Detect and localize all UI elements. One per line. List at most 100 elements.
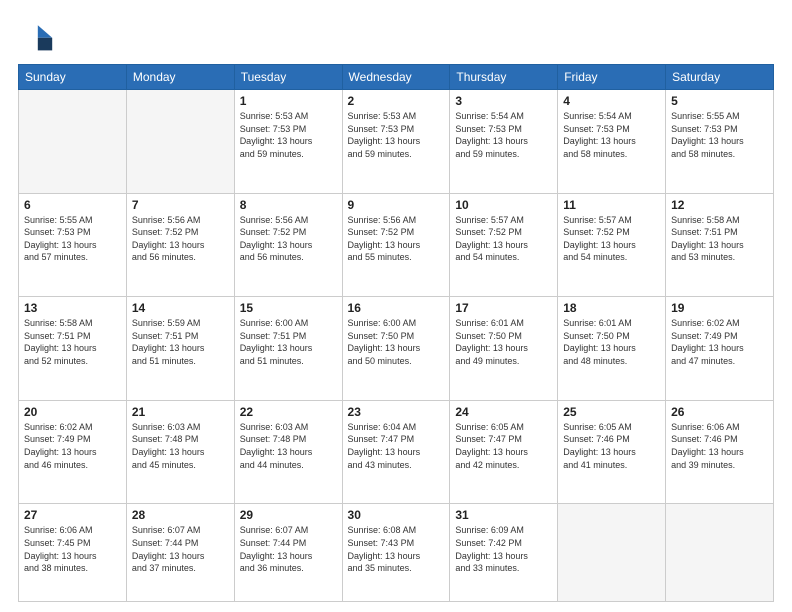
calendar-cell: 19 Sunrise: 6:02 AM Sunset: 7:49 PM Dayli… [666,297,774,401]
day-number: 8 [240,198,337,212]
day-info: Sunrise: 5:59 AM Sunset: 7:51 PM Dayligh… [132,317,229,367]
day-number: 5 [671,94,768,108]
day-info: Sunrise: 5:54 AM Sunset: 7:53 PM Dayligh… [563,110,660,160]
day-number: 1 [240,94,337,108]
day-info: Sunrise: 6:04 AM Sunset: 7:47 PM Dayligh… [348,421,445,471]
week-row-5: 27 Sunrise: 6:06 AM Sunset: 7:45 PM Dayli… [19,504,774,602]
day-info: Sunrise: 6:03 AM Sunset: 7:48 PM Dayligh… [240,421,337,471]
day-number: 9 [348,198,445,212]
calendar-cell: 31 Sunrise: 6:09 AM Sunset: 7:42 PM Dayli… [450,504,558,602]
day-info: Sunrise: 6:07 AM Sunset: 7:44 PM Dayligh… [240,524,337,574]
day-number: 4 [563,94,660,108]
day-number: 23 [348,405,445,419]
day-info: Sunrise: 5:58 AM Sunset: 7:51 PM Dayligh… [671,214,768,264]
day-number: 28 [132,508,229,522]
day-number: 14 [132,301,229,315]
day-info: Sunrise: 5:57 AM Sunset: 7:52 PM Dayligh… [563,214,660,264]
day-info: Sunrise: 5:56 AM Sunset: 7:52 PM Dayligh… [348,214,445,264]
day-number: 15 [240,301,337,315]
calendar-cell: 4 Sunrise: 5:54 AM Sunset: 7:53 PM Daylig… [558,90,666,194]
calendar-cell: 22Sunrise: 6:03 AM Sunset: 7:48 PM Dayli… [234,400,342,504]
week-row-3: 13Sunrise: 5:58 AM Sunset: 7:51 PM Dayli… [19,297,774,401]
week-row-2: 6 Sunrise: 5:55 AM Sunset: 7:53 PM Daylig… [19,193,774,297]
day-info: Sunrise: 5:54 AM Sunset: 7:53 PM Dayligh… [455,110,552,160]
calendar-header-wednesday: Wednesday [342,65,450,90]
day-number: 27 [24,508,121,522]
day-number: 30 [348,508,445,522]
calendar-cell: 24Sunrise: 6:05 AM Sunset: 7:47 PM Dayli… [450,400,558,504]
calendar-cell: 5Sunrise: 5:55 AM Sunset: 7:53 PM Daylig… [666,90,774,194]
calendar-header-saturday: Saturday [666,65,774,90]
logo [18,18,58,54]
day-number: 18 [563,301,660,315]
calendar-cell: 13Sunrise: 5:58 AM Sunset: 7:51 PM Dayli… [19,297,127,401]
calendar-cell: 6 Sunrise: 5:55 AM Sunset: 7:53 PM Daylig… [19,193,127,297]
day-info: Sunrise: 6:02 AM Sunset: 7:49 PM Dayligh… [24,421,121,471]
calendar-cell: 26 Sunrise: 6:06 AM Sunset: 7:46 PM Dayli… [666,400,774,504]
calendar-cell [666,504,774,602]
calendar-header-thursday: Thursday [450,65,558,90]
calendar-table: SundayMondayTuesdayWednesdayThursdayFrid… [18,64,774,602]
day-number: 31 [455,508,552,522]
day-info: Sunrise: 6:06 AM Sunset: 7:46 PM Dayligh… [671,421,768,471]
calendar-cell: 3 Sunrise: 5:54 AM Sunset: 7:53 PM Daylig… [450,90,558,194]
calendar-cell: 27 Sunrise: 6:06 AM Sunset: 7:45 PM Dayli… [19,504,127,602]
week-row-4: 20 Sunrise: 6:02 AM Sunset: 7:49 PM Dayli… [19,400,774,504]
calendar-cell: 2 Sunrise: 5:53 AM Sunset: 7:53 PM Daylig… [342,90,450,194]
calendar-cell: 16 Sunrise: 6:00 AM Sunset: 7:50 PM Dayli… [342,297,450,401]
day-number: 17 [455,301,552,315]
day-number: 11 [563,198,660,212]
calendar-cell: 29Sunrise: 6:07 AM Sunset: 7:44 PM Dayli… [234,504,342,602]
day-number: 7 [132,198,229,212]
day-info: Sunrise: 5:57 AM Sunset: 7:52 PM Dayligh… [455,214,552,264]
day-number: 24 [455,405,552,419]
day-info: Sunrise: 6:00 AM Sunset: 7:51 PM Dayligh… [240,317,337,367]
day-number: 21 [132,405,229,419]
page: SundayMondayTuesdayWednesdayThursdayFrid… [0,0,792,612]
calendar-header-monday: Monday [126,65,234,90]
day-info: Sunrise: 6:09 AM Sunset: 7:42 PM Dayligh… [455,524,552,574]
calendar-cell: 11 Sunrise: 5:57 AM Sunset: 7:52 PM Dayli… [558,193,666,297]
calendar-cell: 1 Sunrise: 5:53 AM Sunset: 7:53 PM Daylig… [234,90,342,194]
logo-icon [18,18,54,54]
week-row-1: 1 Sunrise: 5:53 AM Sunset: 7:53 PM Daylig… [19,90,774,194]
calendar-cell: 9 Sunrise: 5:56 AM Sunset: 7:52 PM Daylig… [342,193,450,297]
day-number: 19 [671,301,768,315]
day-info: Sunrise: 6:05 AM Sunset: 7:46 PM Dayligh… [563,421,660,471]
calendar-cell: 17 Sunrise: 6:01 AM Sunset: 7:50 PM Dayli… [450,297,558,401]
calendar-cell: 14 Sunrise: 5:59 AM Sunset: 7:51 PM Dayli… [126,297,234,401]
day-number: 10 [455,198,552,212]
calendar-cell: 15 Sunrise: 6:00 AM Sunset: 7:51 PM Dayli… [234,297,342,401]
day-number: 3 [455,94,552,108]
calendar-cell: 28 Sunrise: 6:07 AM Sunset: 7:44 PM Dayli… [126,504,234,602]
calendar-cell [19,90,127,194]
day-number: 13 [24,301,121,315]
calendar-cell: 25 Sunrise: 6:05 AM Sunset: 7:46 PM Dayli… [558,400,666,504]
calendar-cell: 23 Sunrise: 6:04 AM Sunset: 7:47 PM Dayli… [342,400,450,504]
day-info: Sunrise: 6:08 AM Sunset: 7:43 PM Dayligh… [348,524,445,574]
day-info: Sunrise: 5:53 AM Sunset: 7:53 PM Dayligh… [240,110,337,160]
day-info: Sunrise: 5:56 AM Sunset: 7:52 PM Dayligh… [240,214,337,264]
day-number: 2 [348,94,445,108]
day-info: Sunrise: 6:07 AM Sunset: 7:44 PM Dayligh… [132,524,229,574]
day-number: 6 [24,198,121,212]
day-info: Sunrise: 6:00 AM Sunset: 7:50 PM Dayligh… [348,317,445,367]
day-number: 20 [24,405,121,419]
calendar-cell: 12Sunrise: 5:58 AM Sunset: 7:51 PM Dayli… [666,193,774,297]
day-info: Sunrise: 5:56 AM Sunset: 7:52 PM Dayligh… [132,214,229,264]
day-info: Sunrise: 5:55 AM Sunset: 7:53 PM Dayligh… [24,214,121,264]
day-number: 25 [563,405,660,419]
calendar-cell [558,504,666,602]
day-info: Sunrise: 6:03 AM Sunset: 7:48 PM Dayligh… [132,421,229,471]
day-info: Sunrise: 6:01 AM Sunset: 7:50 PM Dayligh… [563,317,660,367]
calendar-cell: 21 Sunrise: 6:03 AM Sunset: 7:48 PM Dayli… [126,400,234,504]
day-info: Sunrise: 5:53 AM Sunset: 7:53 PM Dayligh… [348,110,445,160]
day-info: Sunrise: 6:02 AM Sunset: 7:49 PM Dayligh… [671,317,768,367]
day-number: 16 [348,301,445,315]
day-number: 26 [671,405,768,419]
day-info: Sunrise: 6:01 AM Sunset: 7:50 PM Dayligh… [455,317,552,367]
calendar-cell: 7 Sunrise: 5:56 AM Sunset: 7:52 PM Daylig… [126,193,234,297]
calendar-header-sunday: Sunday [19,65,127,90]
calendar-cell: 8 Sunrise: 5:56 AM Sunset: 7:52 PM Daylig… [234,193,342,297]
day-info: Sunrise: 6:06 AM Sunset: 7:45 PM Dayligh… [24,524,121,574]
